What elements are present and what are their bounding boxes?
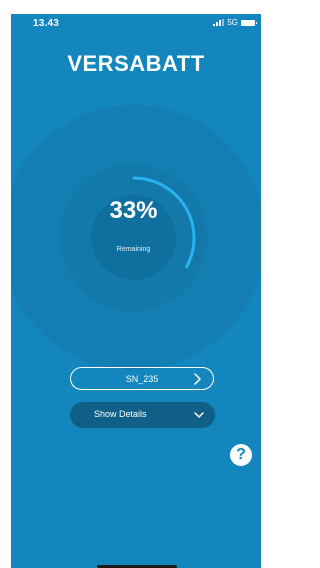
serial-label: SN_235 xyxy=(125,373,159,384)
battery-icon xyxy=(241,19,257,26)
status-time: 13.43 xyxy=(33,18,60,29)
chevron-down-icon xyxy=(194,412,204,418)
signal-icon xyxy=(213,19,225,26)
brand-logo: VERSABATT xyxy=(67,51,205,76)
device-serial-button[interactable]: SN_235 xyxy=(70,367,214,390)
battery-progress-arc xyxy=(72,176,196,300)
status-bar: 13.43 5G xyxy=(11,14,261,36)
show-details-button[interactable]: Show Details xyxy=(70,402,215,428)
remaining-label: Remaining xyxy=(116,246,151,253)
status-indicators: 5G xyxy=(213,18,257,27)
chevron-right-icon xyxy=(194,373,201,385)
battery-progress-ring xyxy=(72,176,196,300)
battery-percentage: 33% xyxy=(109,197,158,224)
help-icon[interactable]: ? xyxy=(230,444,252,466)
app-screen: 13.43 5G VERSABATT 33% Remaining SN_235 … xyxy=(11,14,261,568)
network-type: 5G xyxy=(227,18,238,27)
show-details-label: Show Details xyxy=(94,409,147,419)
